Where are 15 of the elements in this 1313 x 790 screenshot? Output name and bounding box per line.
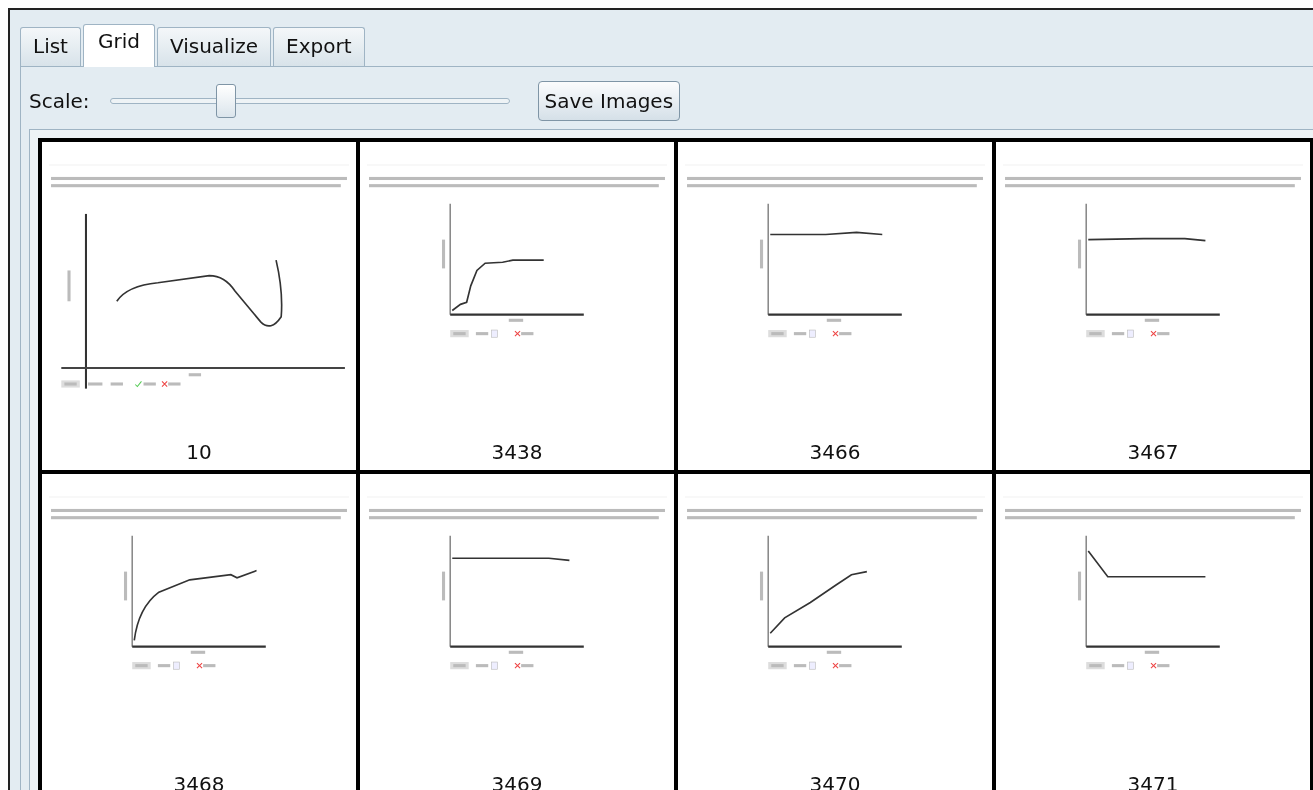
cell-label: 10 xyxy=(185,440,213,466)
grid-cell[interactable]: 10 xyxy=(42,142,356,470)
cell-label: 3466 xyxy=(808,440,862,466)
grid-cell[interactable]: 3467 xyxy=(996,142,1310,470)
tab[interactable]: List xyxy=(20,27,81,66)
slider-thumb[interactable] xyxy=(215,84,236,118)
cell-label: 3467 xyxy=(1126,440,1180,466)
tab[interactable]: Visualize xyxy=(156,27,272,66)
grid-cell[interactable]: 3466 xyxy=(678,142,992,470)
save-images-button[interactable]: Save Images xyxy=(537,81,681,121)
tab[interactable]: Grid xyxy=(82,24,155,67)
scale-label: Scale: xyxy=(29,88,90,115)
tab[interactable]: Export xyxy=(273,27,365,66)
cell-label: 3438 xyxy=(490,440,544,466)
grid-cell[interactable]: 3438 xyxy=(360,142,674,470)
